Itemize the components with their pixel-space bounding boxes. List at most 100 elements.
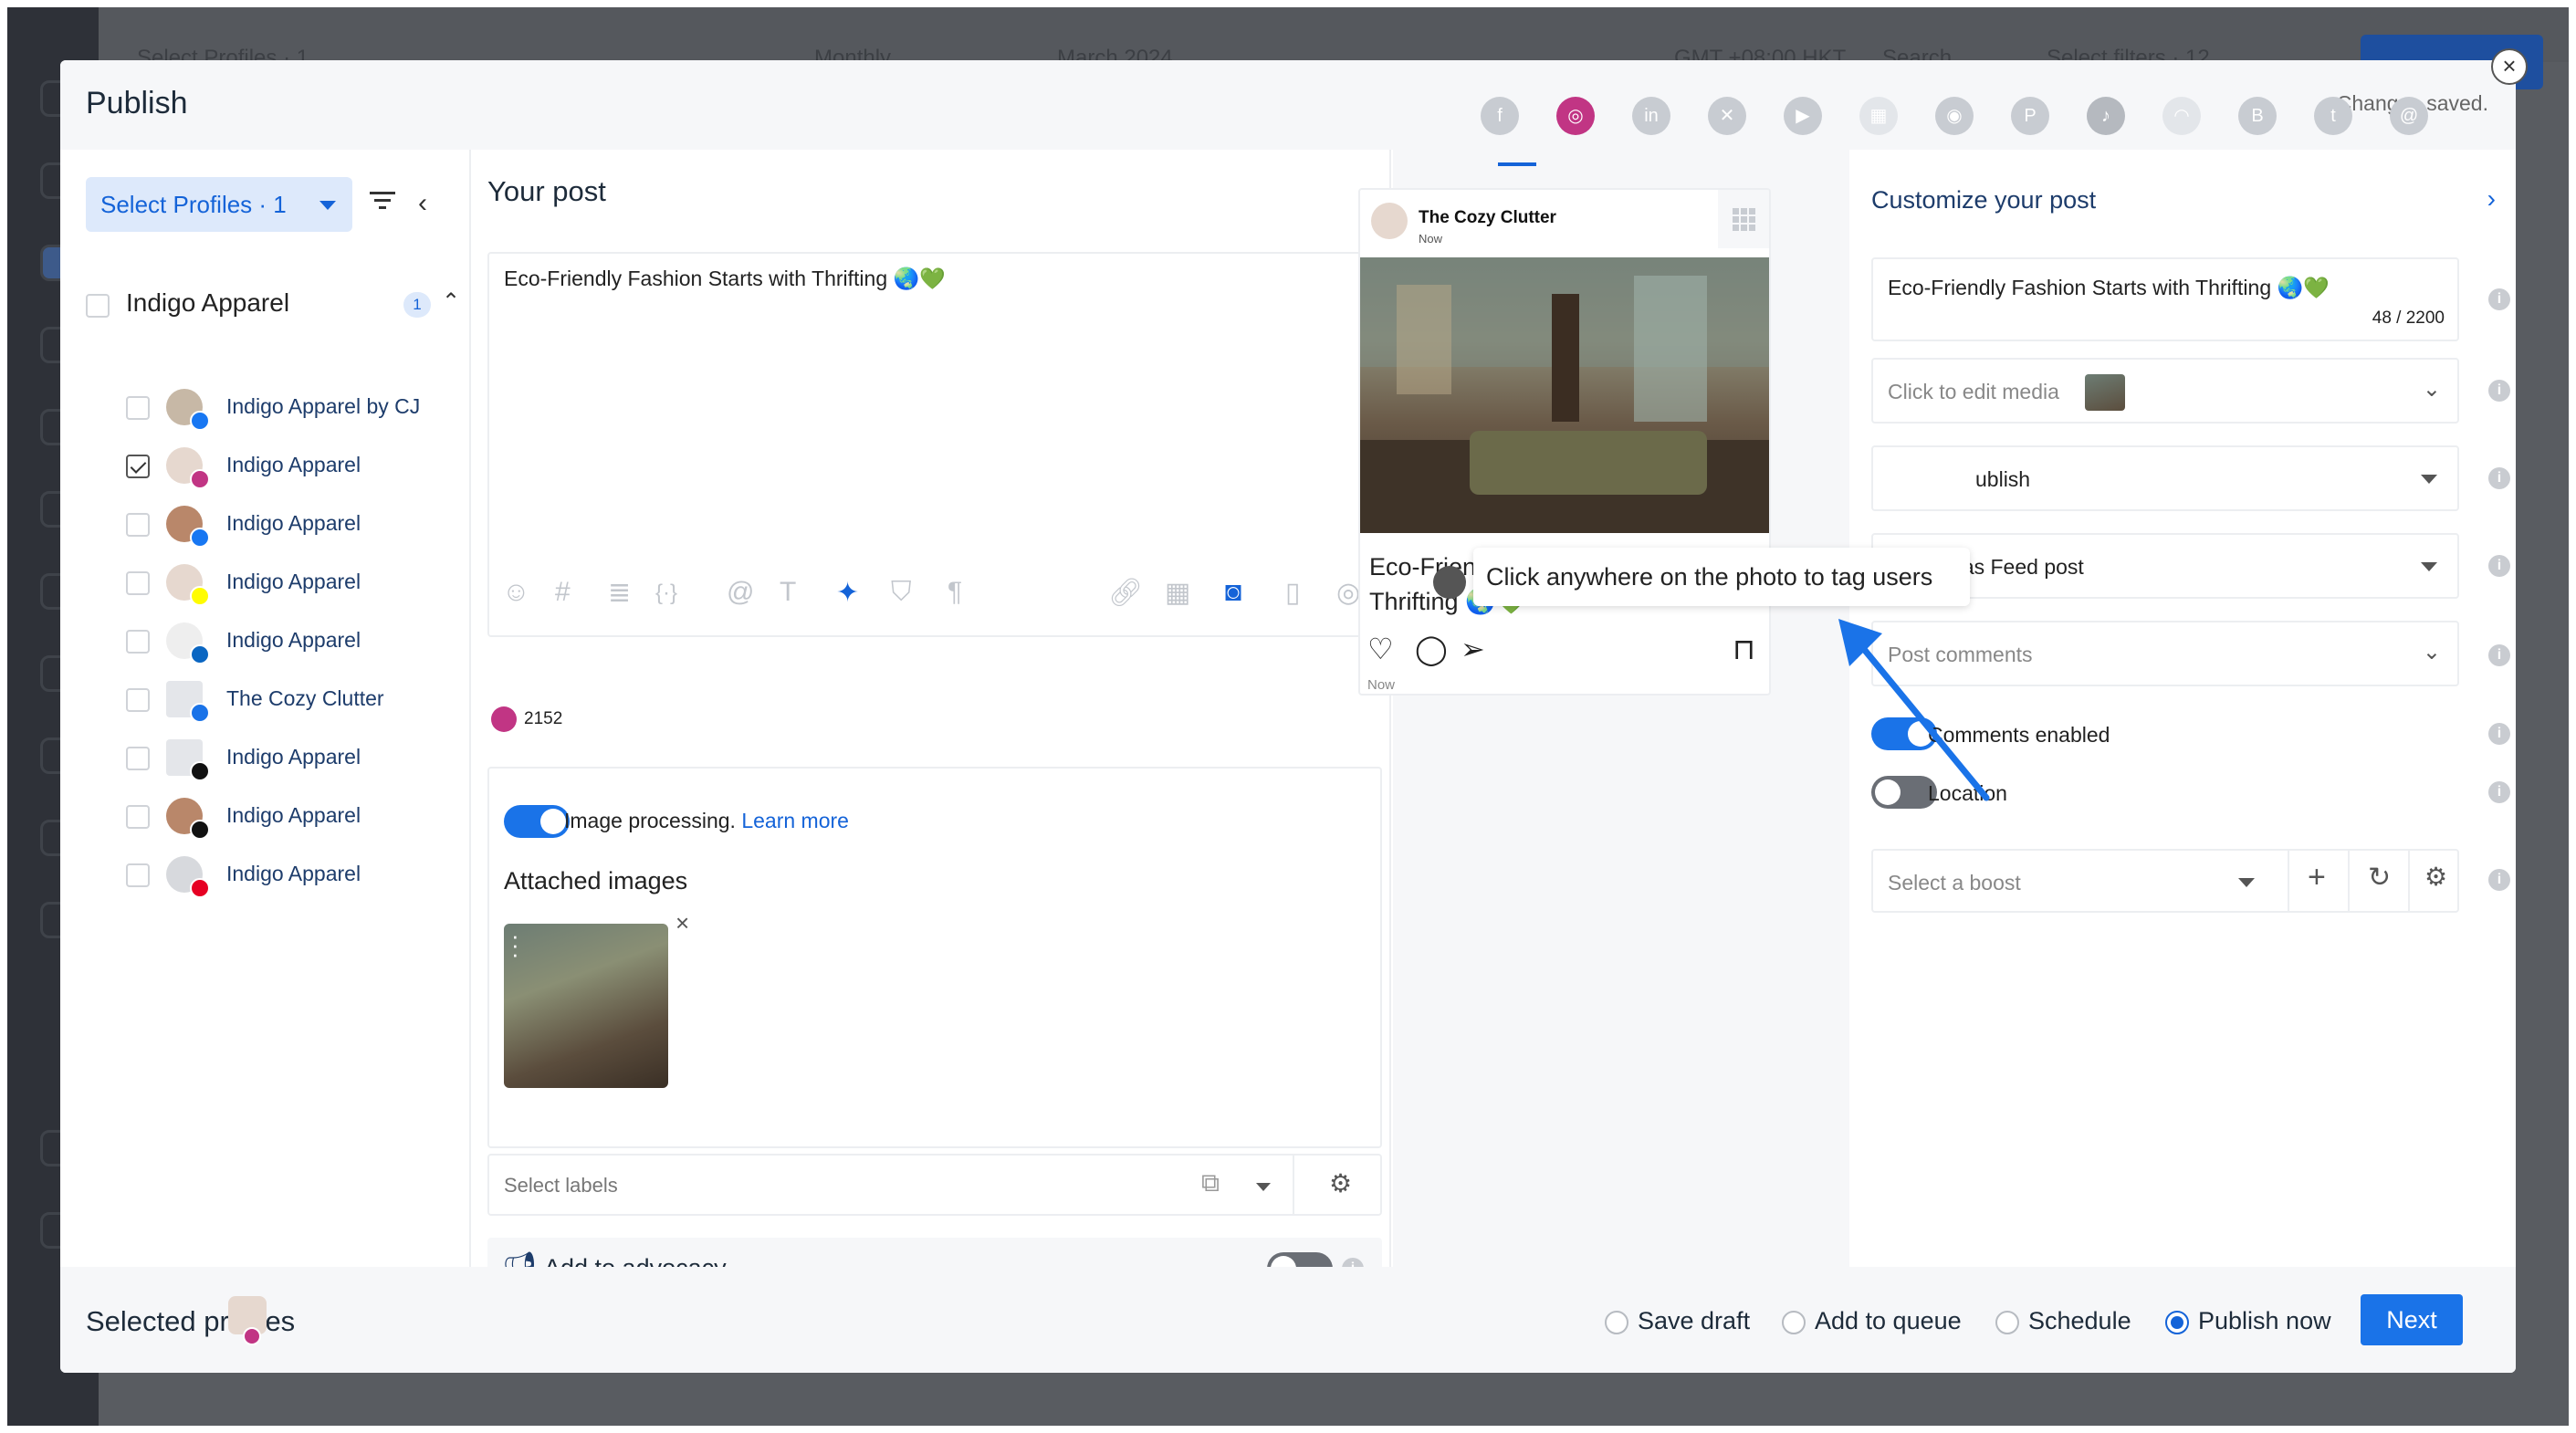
refresh-icon[interactable]: ↻ — [2368, 862, 2391, 894]
camera-icon[interactable]: ◙ — [1225, 577, 1241, 608]
pinterest-icon[interactable]: P — [2011, 97, 2049, 135]
canva-icon[interactable]: ◎ — [1336, 577, 1360, 609]
send-icon[interactable]: ➢ — [1461, 632, 1485, 666]
schedule-option[interactable]: Schedule — [1995, 1305, 2131, 1336]
emoji-icon[interactable]: ☺ — [502, 577, 530, 608]
linkedin-icon — [190, 644, 210, 664]
post-photo[interactable] — [1360, 257, 1769, 533]
list-icon[interactable]: ≣ — [608, 577, 631, 609]
profile-checkbox[interactable] — [126, 513, 150, 537]
profile-item[interactable]: The Cozy Clutter — [126, 677, 455, 725]
boost-select[interactable]: Select a boost + ↻ ⚙ — [1871, 849, 2459, 913]
publish-type-select[interactable]: ublish — [1871, 445, 2459, 511]
profile-item[interactable]: Indigo Apparel by CJ — [126, 385, 455, 433]
google-business-icon[interactable]: ▦ — [1859, 97, 1898, 135]
customize-title: Customize your post — [1871, 186, 2097, 214]
text-format-icon[interactable]: T — [780, 577, 796, 608]
info-icon[interactable]: i — [2488, 380, 2510, 402]
profile-item[interactable]: Indigo Apparel — [126, 619, 455, 666]
group-checkbox[interactable] — [86, 294, 110, 318]
info-icon[interactable]: i — [2488, 781, 2510, 803]
info-icon[interactable]: i — [2488, 288, 2510, 310]
bookmark-icon[interactable]: ⊓ — [1733, 632, 1755, 666]
link-icon[interactable]: 🔗︎ — [1108, 577, 1143, 609]
info-icon[interactable]: i — [2488, 723, 2510, 745]
info-icon[interactable]: i — [2488, 869, 2510, 891]
profile-checkbox[interactable] — [126, 747, 150, 770]
magic-wand-icon[interactable]: ✦ — [836, 577, 859, 609]
labels-select[interactable]: Select labels ⧉ ⚙ — [487, 1154, 1382, 1216]
gear-icon[interactable]: ⚙ — [1329, 1168, 1352, 1198]
profile-checkbox[interactable] — [126, 396, 150, 420]
profile-checkbox[interactable] — [126, 630, 150, 654]
profile-checkbox[interactable] — [126, 863, 150, 887]
snapchat-icon[interactable]: ◠ — [2162, 97, 2201, 135]
profile-item[interactable]: Indigo Apparel — [126, 794, 455, 842]
profile-item[interactable]: Indigo Apparel — [126, 502, 455, 549]
more-options-icon[interactable]: · · · — [511, 924, 519, 966]
paragraph-icon[interactable]: ¶ — [948, 577, 962, 608]
reddit-icon[interactable]: ◉ — [1935, 97, 1974, 135]
post-text[interactable]: Eco-Friendly Fashion Starts with Thrifti… — [504, 267, 946, 291]
profile-checkbox[interactable] — [126, 571, 150, 595]
profile-checkbox[interactable] — [126, 688, 150, 712]
tiktok-icon[interactable]: ♪ — [2087, 97, 2125, 135]
learn-more-link[interactable]: Learn more — [741, 809, 849, 832]
threads-icon[interactable]: @ — [2390, 97, 2428, 135]
tumblr-icon[interactable]: t — [2314, 97, 2352, 135]
post-actions: ♡ ◯ ➢ ⊓ — [1367, 632, 1765, 668]
chevron-down-icon[interactable]: ⌄ — [2423, 376, 2441, 403]
image-processing-toggle[interactable] — [504, 805, 570, 838]
profile-item[interactable]: Indigo Apparel — [126, 560, 455, 608]
info-icon[interactable]: i — [2488, 467, 2510, 489]
remove-image-icon[interactable]: × — [675, 909, 689, 937]
comment-icon[interactable]: ◯ — [1415, 632, 1448, 666]
publish-now-option[interactable]: Publish now — [2165, 1305, 2331, 1336]
heart-icon[interactable]: ♡ — [1367, 632, 1394, 666]
instagram-icon[interactable]: ◎ — [1556, 97, 1595, 135]
profile-item[interactable]: Indigo Apparel — [126, 736, 455, 783]
caret-down-icon[interactable] — [1256, 1183, 1271, 1191]
hashtag-icon[interactable]: # — [555, 577, 571, 608]
gear-icon[interactable]: ⚙ — [2424, 862, 2447, 892]
caption-text[interactable]: Eco-Friendly Fashion Starts with Thrifti… — [1888, 276, 2330, 300]
info-icon[interactable]: i — [2488, 555, 2510, 577]
mention-icon[interactable]: @ — [727, 577, 754, 608]
info-icon[interactable]: i — [2488, 644, 2510, 666]
active-tab-indicator — [1498, 162, 1536, 166]
profile-item[interactable]: Indigo Apparel — [126, 444, 455, 491]
profile-name: Indigo Apparel — [226, 803, 361, 827]
profile-checkbox[interactable] — [126, 455, 150, 478]
link-labels-icon[interactable]: ⧉ — [1201, 1168, 1220, 1198]
blogger-icon[interactable]: B — [2238, 97, 2277, 135]
attached-image-thumbnail[interactable] — [504, 924, 668, 1088]
select-profiles-button[interactable]: Select Profiles · 1 — [86, 177, 352, 232]
next-button[interactable]: Next — [2361, 1294, 2463, 1345]
grid-icon[interactable] — [1718, 190, 1769, 248]
edit-media-field[interactable]: Click to edit media ⌄ — [1871, 358, 2459, 424]
caption-field[interactable]: Eco-Friendly Fashion Starts with Thrifti… — [1871, 257, 2459, 341]
chevron-up-icon[interactable]: ⌃ — [442, 288, 460, 315]
add-to-queue-option[interactable]: Add to queue — [1782, 1305, 1962, 1336]
shield-icon[interactable]: ⛉ — [891, 577, 912, 608]
facebook-icon[interactable]: f — [1481, 97, 1519, 135]
youtube-icon[interactable]: ▶ — [1784, 97, 1822, 135]
media-library-icon[interactable]: ▦ — [1165, 577, 1190, 609]
chevron-left-icon[interactable]: ‹ — [418, 188, 427, 219]
linkedin-icon[interactable]: in — [1632, 97, 1670, 135]
profile-checkbox[interactable] — [126, 805, 150, 829]
profile-item[interactable]: Indigo Apparel — [126, 852, 455, 900]
document-icon[interactable]: ▯ — [1285, 577, 1301, 609]
filter-icon[interactable] — [369, 190, 396, 212]
threads-icon — [190, 761, 210, 781]
media-section: Image processing. Learn more Attached im… — [487, 767, 1382, 1148]
post-text-editor[interactable]: Eco-Friendly Fashion Starts with Thrifti… — [487, 252, 1382, 637]
chevron-right-icon[interactable]: › — [2487, 184, 2496, 214]
save-draft-option[interactable]: Save draft — [1605, 1305, 1750, 1336]
chevron-down-icon[interactable]: ⌄ — [2423, 639, 2441, 665]
close-icon[interactable]: × — [2491, 48, 2528, 85]
x-icon[interactable]: ✕ — [1708, 97, 1746, 135]
profile-group[interactable]: Indigo Apparel 1 ⌃ — [86, 287, 460, 323]
add-icon[interactable]: + — [2308, 860, 2326, 895]
variables-icon[interactable]: {·} — [655, 581, 677, 606]
